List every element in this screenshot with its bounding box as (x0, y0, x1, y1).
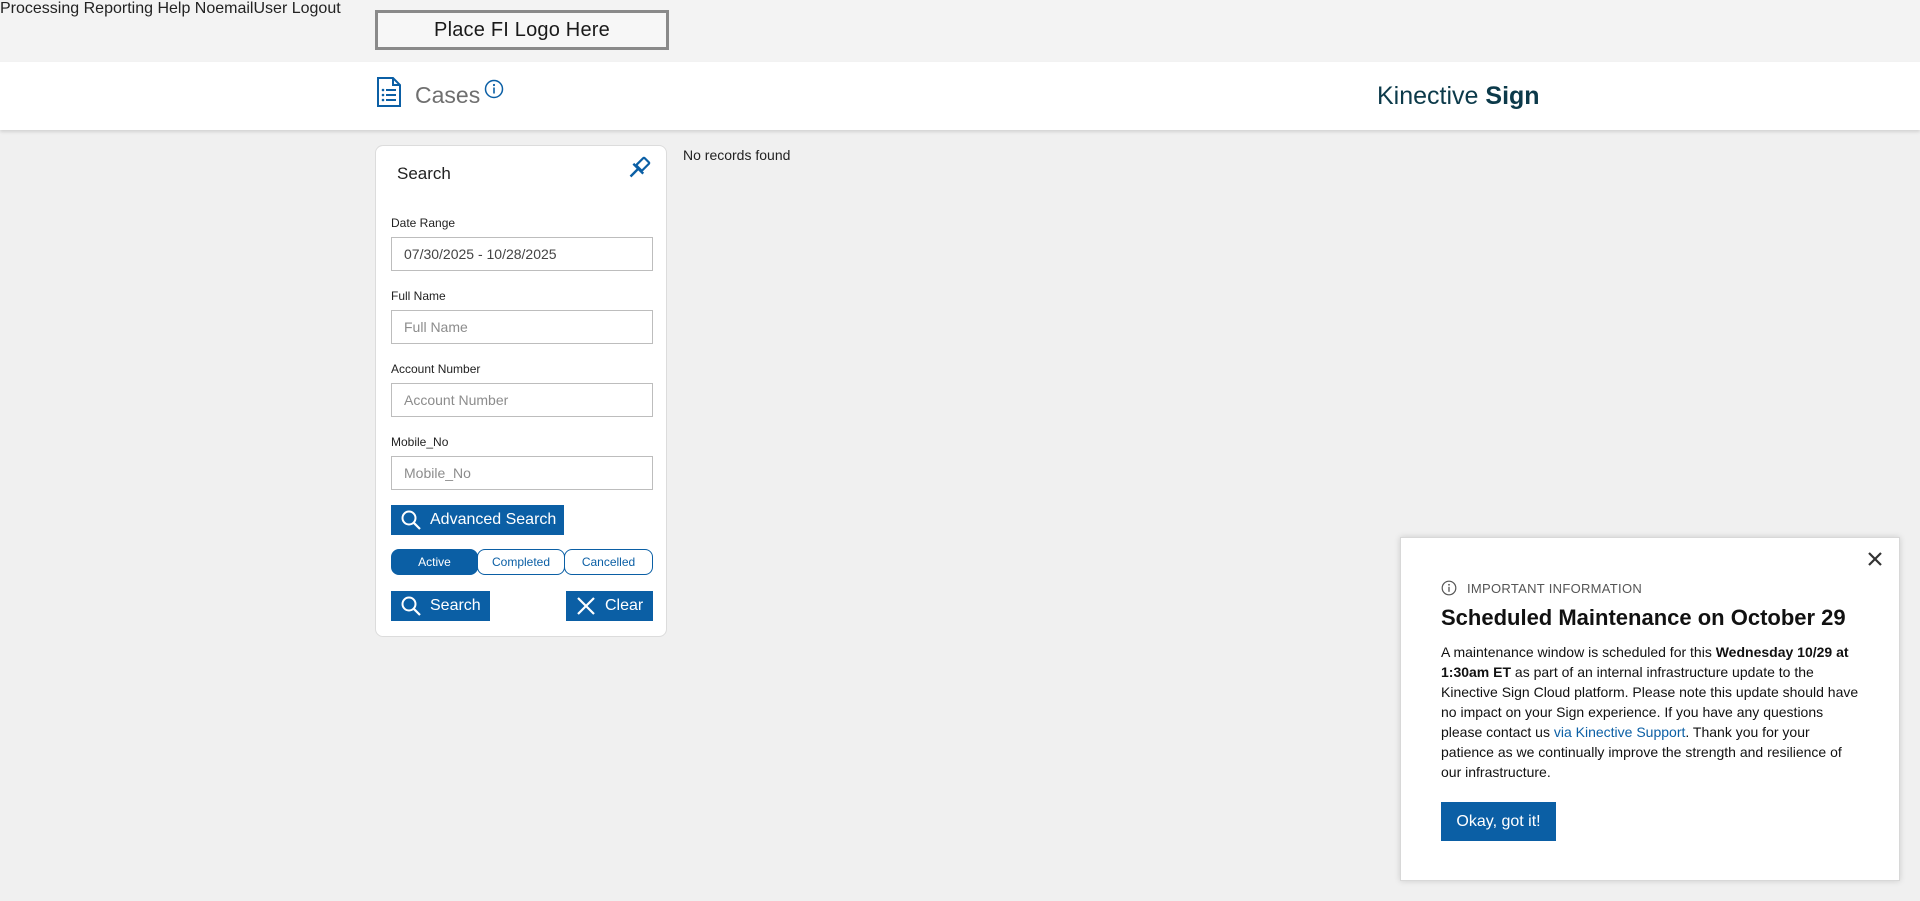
search-button-label: Search (430, 597, 481, 614)
status-tab-completed[interactable]: Completed (477, 549, 565, 575)
brand-logo: Kinective Sign (1377, 82, 1540, 111)
account-number-label: Account Number (391, 362, 481, 376)
info-icon[interactable] (484, 79, 504, 99)
maintenance-modal: IMPORTANT INFORMATION Scheduled Maintena… (1400, 537, 1900, 881)
search-panel: Search Date Range Full Name Account Numb… (375, 145, 667, 637)
modal-kicker-text: IMPORTANT INFORMATION (1467, 580, 1643, 596)
info-icon (1441, 580, 1457, 596)
search-icon (400, 509, 422, 531)
okay-got-it-button[interactable]: Okay, got it! (1441, 802, 1556, 841)
close-icon (575, 595, 597, 617)
nav-user[interactable]: NoemailUser (195, 0, 287, 17)
empty-results-message: No records found (683, 147, 791, 163)
brand-name-light: Kinective (1377, 82, 1486, 110)
advanced-search-label: Advanced Search (430, 511, 557, 528)
close-icon[interactable] (1866, 550, 1884, 568)
full-name-input[interactable] (391, 310, 653, 344)
status-tab-cancelled[interactable]: Cancelled (564, 549, 653, 575)
full-name-label: Full Name (391, 289, 446, 303)
date-range-label: Date Range (391, 216, 456, 230)
mobile-no-label: Mobile_No (391, 435, 449, 449)
advanced-search-button[interactable]: Advanced Search (391, 505, 564, 535)
page-header (0, 62, 1920, 130)
modal-title: Scheduled Maintenance on October 29 (1441, 605, 1846, 630)
mobile-no-input[interactable] (391, 456, 653, 490)
fi-logo-placeholder: Place FI Logo Here (375, 10, 669, 50)
nav-reporting[interactable]: Reporting (84, 0, 153, 17)
search-button[interactable]: Search (391, 591, 490, 621)
nav-logout[interactable]: Logout (292, 0, 341, 17)
clear-button-label: Clear (605, 597, 644, 614)
search-icon (400, 595, 422, 617)
search-panel-title: Search (397, 164, 451, 183)
nav-processing[interactable]: Processing (0, 0, 79, 17)
modal-body: A maintenance window is scheduled for th… (1441, 642, 1861, 782)
top-bar: Place FI Logo Here Processing Reporting … (0, 0, 1920, 62)
nav-help[interactable]: Help (157, 0, 190, 17)
page-title: Cases (415, 82, 481, 108)
support-link[interactable]: via Kinective Support (1554, 724, 1686, 740)
account-number-input[interactable] (391, 383, 653, 417)
clear-button[interactable]: Clear (566, 591, 653, 621)
modal-kicker: IMPORTANT INFORMATION (1441, 580, 1642, 596)
modal-body-text: A maintenance window is scheduled for th… (1441, 644, 1716, 660)
pin-icon[interactable] (624, 153, 654, 183)
date-range-input[interactable] (391, 237, 653, 271)
brand-name-bold: Sign (1485, 82, 1540, 110)
status-tab-active[interactable]: Active (391, 549, 478, 575)
document-list-icon (377, 77, 401, 107)
